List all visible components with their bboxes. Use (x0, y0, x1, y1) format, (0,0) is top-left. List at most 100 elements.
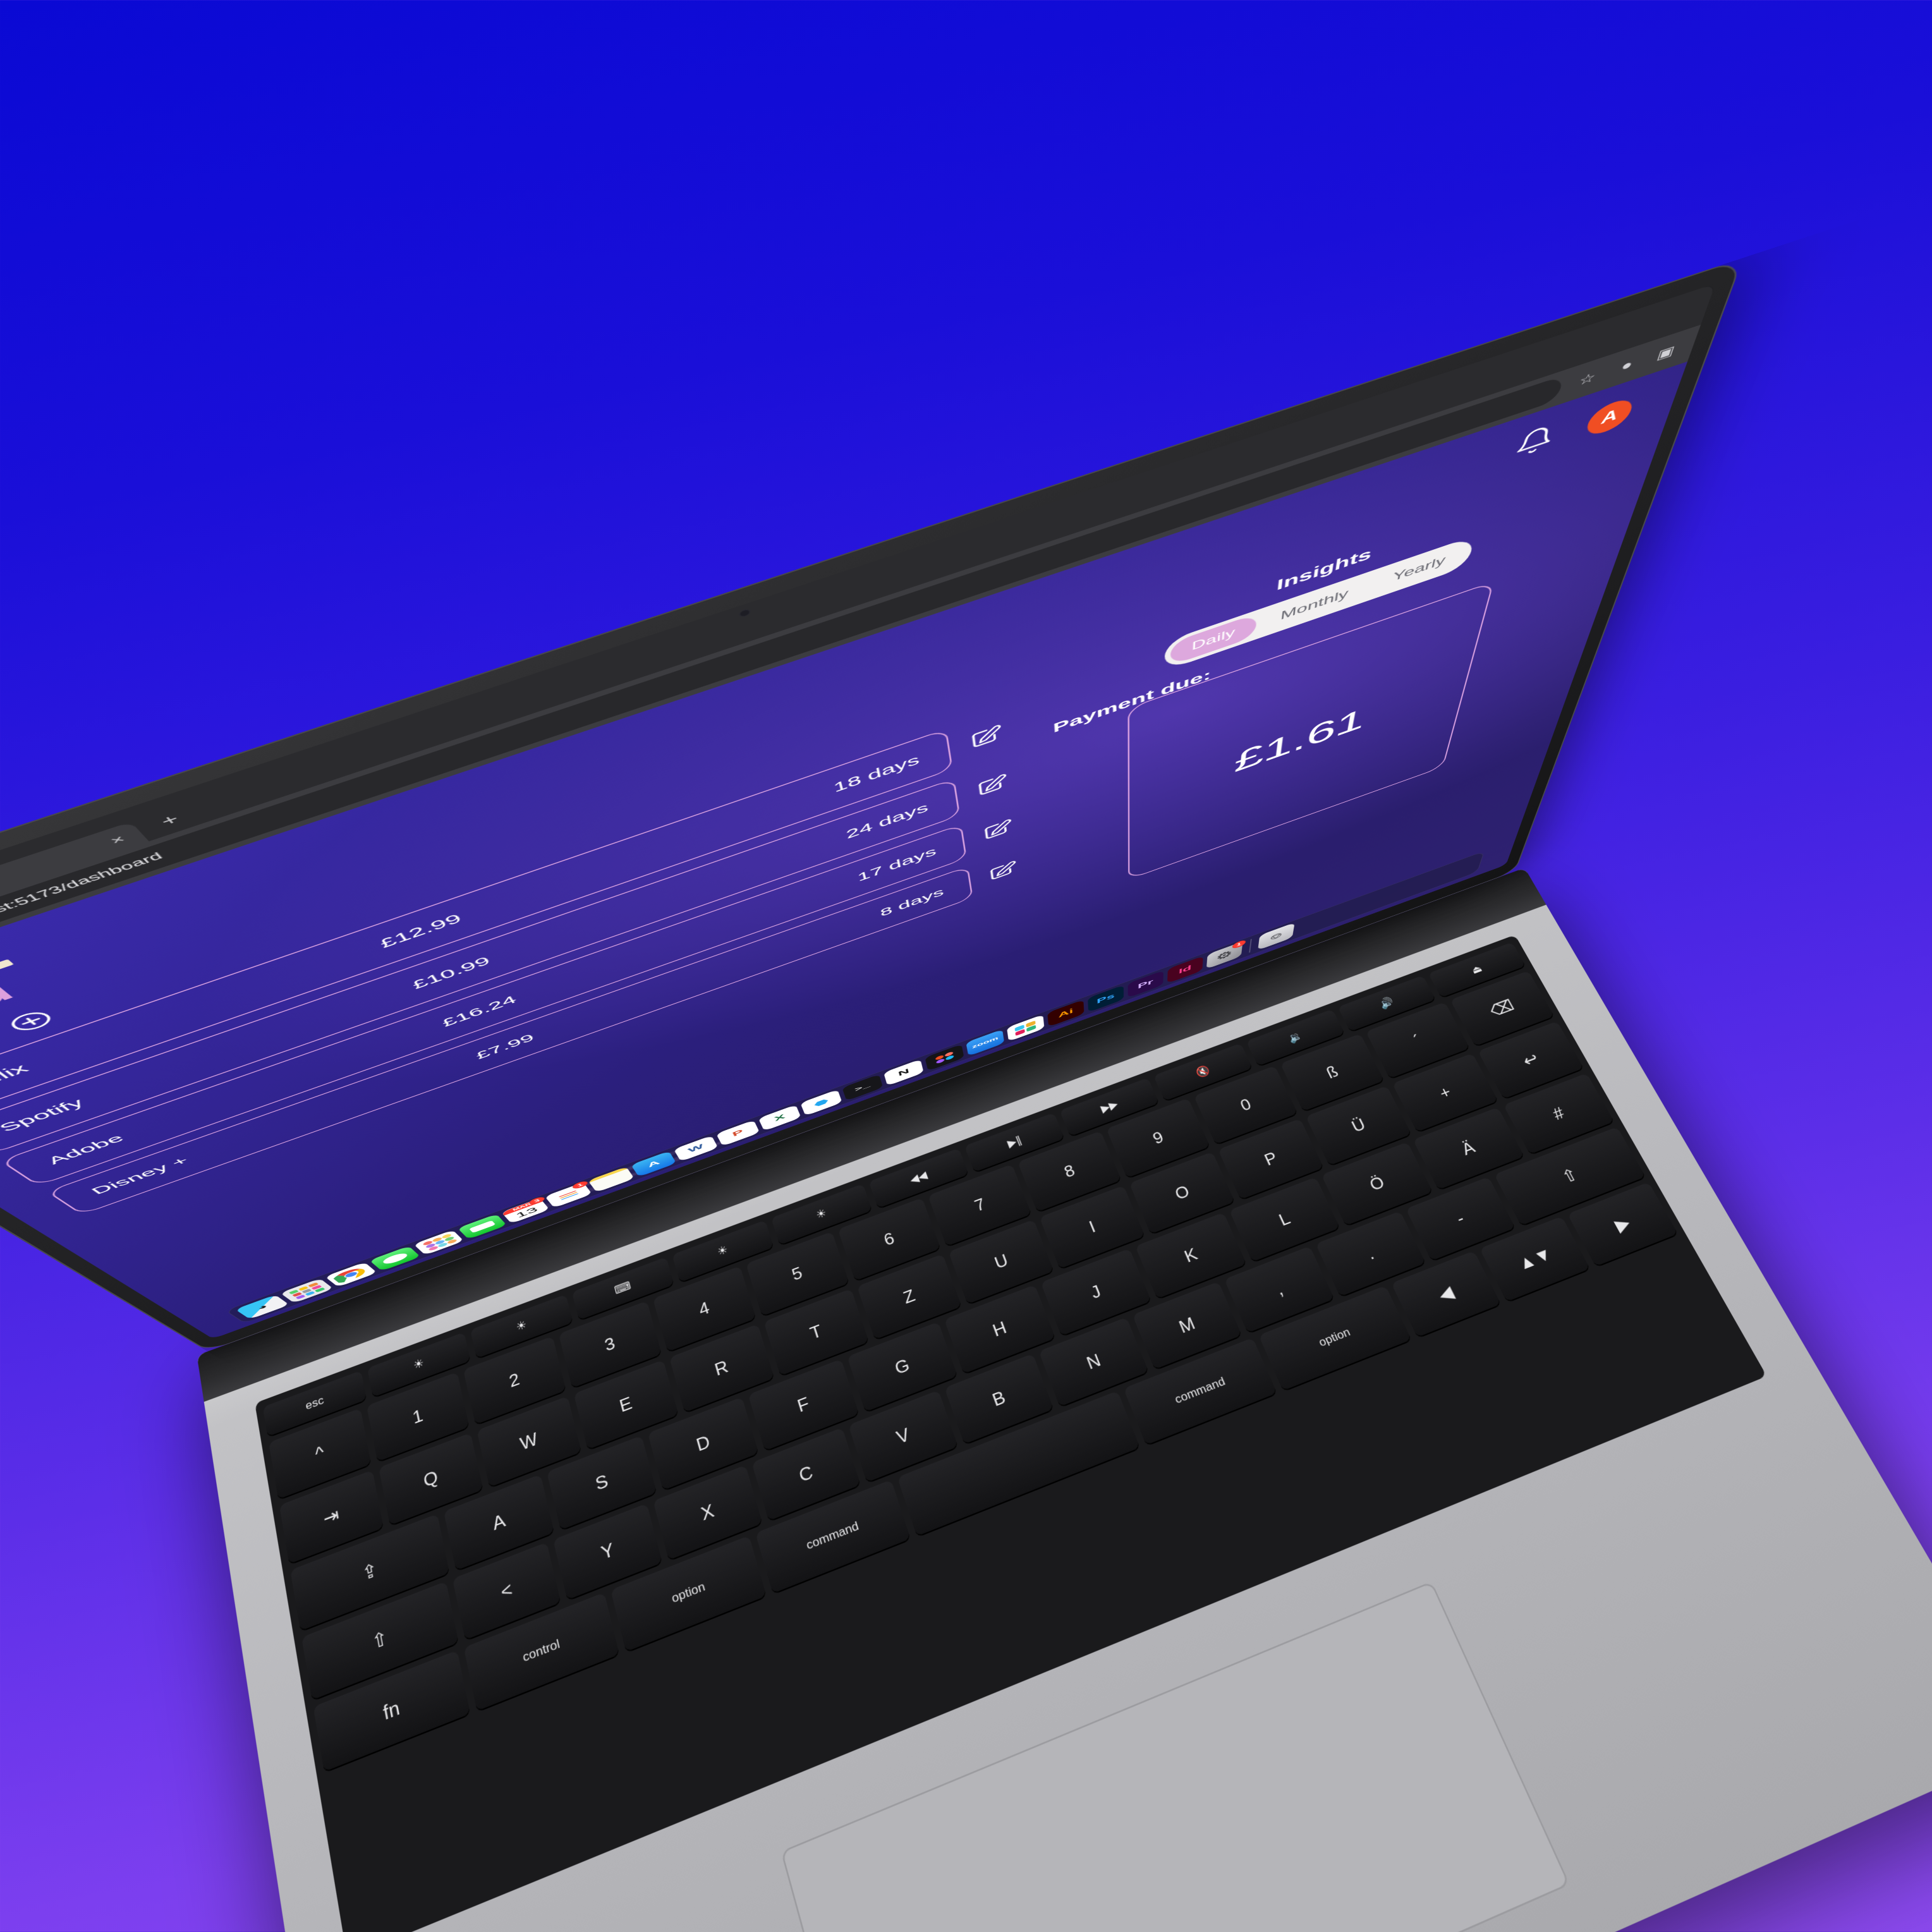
extensions-puzzle-icon[interactable]: ▣ (1651, 341, 1682, 365)
key-[interactable]: ⇪ (290, 1514, 450, 1631)
key-f[interactable]: F (748, 1359, 859, 1451)
key-1[interactable]: 1 (366, 1371, 470, 1462)
key-d[interactable]: D (648, 1397, 759, 1490)
key-[interactable]: < (452, 1541, 561, 1640)
bookmark-star-icon[interactable]: ☆ (1572, 367, 1603, 391)
dock-icon-glyph: Id (1178, 964, 1192, 976)
key-l[interactable]: L (1229, 1177, 1340, 1262)
key-0[interactable]: 0 (1194, 1066, 1298, 1145)
key-[interactable]: ☀ (770, 1184, 872, 1246)
close-tab-button[interactable]: × (107, 833, 128, 847)
key-[interactable]: ⏏ (1428, 942, 1526, 998)
key-b[interactable]: B (944, 1353, 1054, 1445)
key-[interactable]: ß (1280, 1033, 1385, 1112)
key-[interactable]: ◀ (1390, 1250, 1502, 1338)
key-[interactable]: ↩ (1478, 1021, 1584, 1099)
key-q[interactable]: Q (379, 1433, 483, 1526)
key-[interactable]: ☀ (470, 1294, 573, 1359)
insights-amount-card: £1.61 (1127, 581, 1495, 880)
key-n[interactable]: N (1038, 1317, 1149, 1407)
key-[interactable]: Ä (1413, 1107, 1524, 1190)
key-p[interactable]: P (1218, 1118, 1324, 1200)
key-t[interactable]: T (763, 1289, 869, 1376)
key-k[interactable]: K (1135, 1212, 1247, 1299)
add-subscription-button[interactable] (1, 1007, 60, 1036)
key-option[interactable]: option (611, 1535, 767, 1652)
key-[interactable]: - (1405, 1176, 1516, 1261)
key-i[interactable]: I (1039, 1185, 1145, 1269)
key-6[interactable]: 6 (837, 1197, 941, 1281)
insights-segment-daily[interactable]: Daily (1170, 613, 1258, 666)
key-5[interactable]: 5 (745, 1231, 849, 1316)
key-j[interactable]: J (1040, 1248, 1151, 1336)
key-space[interactable] (897, 1390, 1141, 1536)
key-[interactable]: ▶ (1567, 1182, 1679, 1267)
key-[interactable]: ☀ (367, 1332, 471, 1397)
key-e[interactable]: E (573, 1359, 679, 1450)
edit-icon[interactable] (973, 771, 1009, 799)
key-m[interactable]: M (1132, 1281, 1242, 1370)
dock-icon-glyph: Pr (1138, 978, 1153, 990)
key-3[interactable]: 3 (558, 1301, 662, 1388)
key-o[interactable]: O (1129, 1151, 1236, 1234)
key-g[interactable]: G (846, 1321, 958, 1413)
key-v[interactable]: V (848, 1390, 958, 1483)
key-[interactable]: ⌨ (571, 1256, 674, 1320)
key-[interactable]: . (1315, 1211, 1426, 1297)
key-y[interactable]: Y (553, 1503, 663, 1600)
key-h[interactable]: H (944, 1284, 1055, 1374)
profile-icon[interactable]: ● (1612, 354, 1642, 377)
key-a[interactable]: A (444, 1474, 554, 1571)
edit-icon[interactable] (980, 817, 1014, 843)
dock-icon-glyph: Ai (1058, 1007, 1074, 1019)
key-[interactable]: ´ (1365, 1002, 1470, 1079)
facetime-camera-icon (468, 1220, 496, 1233)
key-s[interactable]: S (546, 1435, 657, 1530)
key-u[interactable]: U (949, 1219, 1054, 1304)
key-[interactable]: ^ (269, 1408, 372, 1500)
key-[interactable]: 🔊 (1337, 975, 1436, 1032)
key-[interactable]: ⇥ (279, 1469, 384, 1564)
insights-segment-yearly[interactable]: Yearly (1370, 541, 1469, 597)
key-9[interactable]: 9 (1106, 1098, 1210, 1178)
edit-icon[interactable] (985, 858, 1018, 884)
key-2[interactable]: 2 (463, 1336, 566, 1425)
keyboard-row-modifier[interactable]: fn control option command command option ◀ ▲▼ ▶ (313, 1182, 1679, 1772)
key-8[interactable]: 8 (1018, 1131, 1122, 1212)
key-[interactable]: 🔇 (1153, 1043, 1253, 1102)
key-[interactable]: ▲▼ (1479, 1216, 1591, 1302)
key-command[interactable]: command (755, 1479, 911, 1594)
key-[interactable]: + (1392, 1053, 1498, 1133)
trackpad[interactable] (781, 1581, 1571, 1932)
key-fn[interactable]: fn (313, 1650, 470, 1772)
key-x[interactable]: X (653, 1465, 763, 1560)
key-[interactable]: ▶▶ (1059, 1078, 1160, 1136)
key-7[interactable]: 7 (928, 1163, 1032, 1246)
key-[interactable]: ◀◀ (868, 1148, 969, 1209)
key-[interactable]: ▶∥ (964, 1112, 1065, 1172)
insights-segment-monthly[interactable]: Monthly (1258, 574, 1371, 636)
scene: esc ☀ ☀ ⌨ ☀ ☀ ◀◀ ▶∥ ▶▶ 🔇 🔉 🔊 ⏏ ^ 1 2 3 4 5 6 7 8 9 0 ß ´ ⌫ ⇥ Q W E R T… (0, 0, 1932, 1932)
key-[interactable]: ⇧ (1494, 1126, 1646, 1226)
dock-icon-glyph: zoom (971, 1036, 999, 1050)
key-[interactable]: 🔉 (1246, 1009, 1345, 1066)
key-[interactable]: , (1224, 1246, 1335, 1333)
key-c[interactable]: C (751, 1427, 861, 1521)
key-command[interactable]: command (1123, 1337, 1277, 1445)
edit-icon[interactable] (966, 722, 1004, 751)
key-[interactable]: # (1503, 1072, 1615, 1155)
key-[interactable]: ☀ (671, 1220, 774, 1283)
dock-icon-glyph: A (646, 1158, 661, 1169)
key-r[interactable]: R (669, 1324, 774, 1413)
key-w[interactable]: W (477, 1396, 581, 1488)
key-z[interactable]: Z (856, 1253, 963, 1340)
key-option[interactable]: option (1258, 1285, 1411, 1391)
key-control[interactable]: control (463, 1592, 620, 1711)
key-4[interactable]: 4 (652, 1266, 756, 1352)
key-[interactable]: Ö (1321, 1141, 1433, 1226)
key-esc[interactable]: esc (262, 1370, 367, 1437)
key-[interactable]: ⇧ (301, 1581, 459, 1700)
key-[interactable]: ⌫ (1450, 970, 1555, 1047)
reminders-icon (558, 1190, 579, 1200)
key-[interactable]: Ü (1305, 1085, 1412, 1166)
